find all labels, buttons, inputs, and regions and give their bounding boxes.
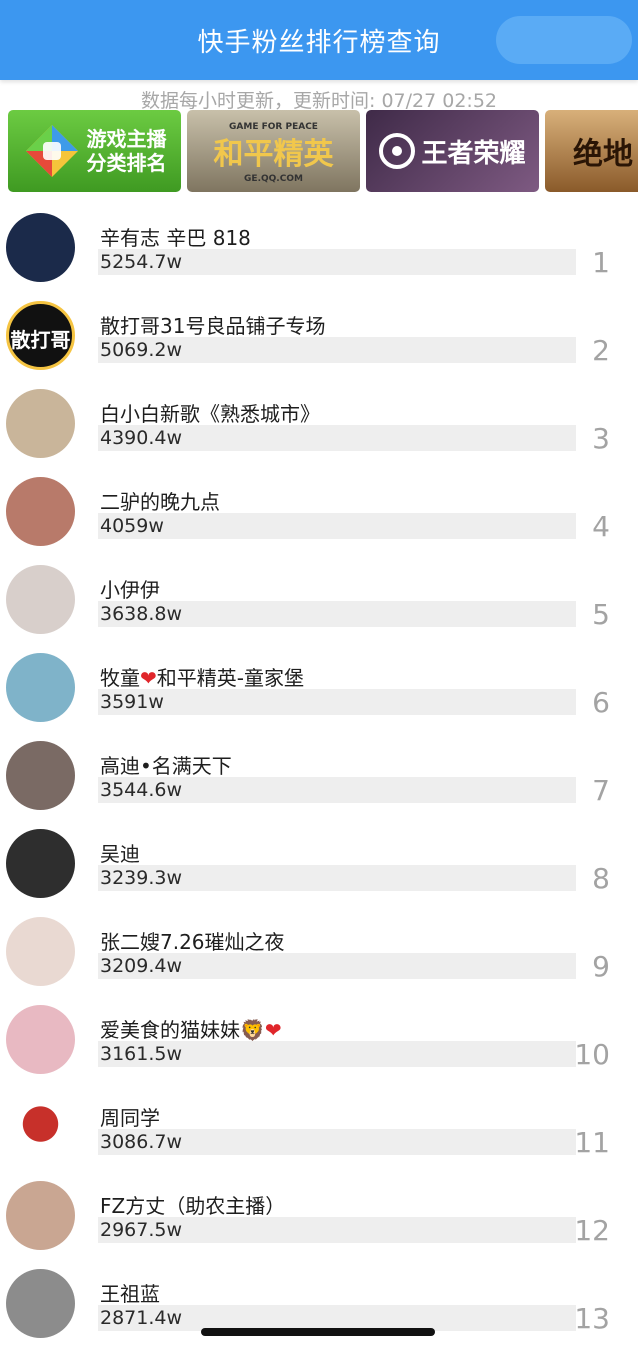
list-item[interactable]: 周同学 3086.7w 11	[0, 1080, 638, 1168]
list-item[interactable]: 二驴的晚九点 4059w 4	[0, 464, 638, 552]
rank-number: 13	[574, 1302, 610, 1335]
avatar	[6, 653, 75, 722]
rank-number: 1	[592, 246, 610, 279]
list-item[interactable]: 爱美食的猫妹妹🦁❤ 3161.5w 10	[0, 992, 638, 1080]
streamer-name: 吴迪	[100, 842, 140, 866]
rank-number: 6	[592, 686, 610, 719]
list-item[interactable]: 吴迪 3239.3w 8	[0, 816, 638, 904]
fan-count: 3544.6w	[100, 779, 183, 801]
fan-count: 5069.2w	[100, 339, 183, 361]
streamer-name: FZ方丈（助农主播）	[100, 1194, 286, 1218]
list-item[interactable]: 牧童❤和平精英-童家堡 3591w 6	[0, 640, 638, 728]
app-header: 快手粉丝排行榜查询	[0, 0, 638, 80]
fan-count: 3638.8w	[100, 603, 183, 625]
rank-number: 8	[592, 862, 610, 895]
rank-number: 4	[592, 510, 610, 543]
avatar: 散打哥	[6, 301, 75, 370]
streamer-name: 散打哥31号良品铺子专场	[100, 314, 326, 338]
lion-emoji-icon: 🦁	[240, 1018, 265, 1042]
streamer-name: 牧童❤和平精英-童家堡	[100, 662, 304, 691]
fan-count: 3161.5w	[100, 1043, 183, 1065]
fan-count: 3086.7w	[100, 1131, 183, 1153]
avatar	[6, 1181, 75, 1250]
rank-number: 7	[592, 774, 610, 807]
streamer-name: 周同学	[100, 1106, 160, 1130]
banner-pubg[interactable]: 绝地	[545, 110, 638, 192]
list-item[interactable]: 张二嫂7.26璀灿之夜 3209.4w 9	[0, 904, 638, 992]
streamer-name: 白小白新歌《熟悉城市》	[100, 402, 320, 426]
fan-count: 2967.5w	[100, 1219, 183, 1241]
avatar	[6, 1269, 75, 1338]
list-item[interactable]: 散打哥 散打哥31号良品铺子专场 5069.2w 2	[0, 288, 638, 376]
list-item[interactable]: 辛有志 辛巴 818 5254.7w 1	[0, 200, 638, 288]
banner-game-for-peace[interactable]: GAME FOR PEACE 和平精英 GE.QQ.COM	[187, 110, 360, 192]
category-banner-strip: 游戏主播 分类排名 GAME FOR PEACE 和平精英 GE.QQ.COM …	[8, 110, 638, 192]
rank-number: 10	[574, 1038, 610, 1071]
avatar	[6, 477, 75, 546]
home-indicator[interactable]	[201, 1328, 435, 1336]
streamer-name: 小伊伊	[100, 578, 160, 602]
streamer-name: 辛有志 辛巴 818	[100, 226, 251, 250]
avatar	[6, 213, 75, 282]
banner-label: 王者荣耀	[421, 138, 526, 169]
streamer-name-part: 和平精英-童家堡	[156, 666, 304, 690]
avatar	[6, 741, 75, 810]
honor-of-kings-emblem-icon	[379, 133, 416, 169]
banner-label: 绝地	[573, 137, 633, 172]
fan-count: 3209.4w	[100, 955, 183, 977]
list-item[interactable]: 小伊伊 3638.8w 5	[0, 552, 638, 640]
streamer-name: 张二嫂7.26璀灿之夜	[100, 930, 285, 954]
streamer-name: 高迪•名满天下	[100, 754, 232, 778]
avatar	[6, 389, 75, 458]
rank-number: 11	[574, 1126, 610, 1159]
banner-domain-text: GE.QQ.COM	[244, 174, 303, 184]
fan-count-bar	[98, 513, 576, 539]
streamer-name: 爱美食的猫妹妹🦁❤	[100, 1014, 282, 1043]
avatar	[6, 1093, 75, 1162]
heart-icon: ❤	[140, 666, 157, 690]
avatar	[6, 1005, 75, 1074]
rank-number: 5	[592, 598, 610, 631]
list-item[interactable]: 白小白新歌《熟悉城市》 4390.4w 3	[0, 376, 638, 464]
avatar	[6, 565, 75, 634]
avatar	[6, 917, 75, 986]
banner-label: 和平精英	[213, 137, 334, 172]
rank-number: 12	[574, 1214, 610, 1247]
rank-number: 3	[592, 422, 610, 455]
fan-count: 5254.7w	[100, 251, 183, 273]
banner-tagline: GAME FOR PEACE	[229, 122, 318, 132]
list-item[interactable]: 高迪•名满天下 3544.6w 7	[0, 728, 638, 816]
rank-number: 2	[592, 334, 610, 367]
banner-honor-of-kings[interactable]: 王者荣耀	[366, 110, 539, 192]
fan-count-bar	[98, 689, 576, 715]
banner-game-streamer-ranking[interactable]: 游戏主播 分类排名	[8, 110, 181, 192]
streamer-name-part: 爱美食的猫妹妹	[100, 1018, 240, 1042]
rank-number: 9	[592, 950, 610, 983]
fan-count: 2871.4w	[100, 1307, 183, 1329]
gamepad-icon	[25, 125, 78, 177]
avatar-text: 散打哥	[10, 328, 71, 352]
banner-label-line2: 分类排名	[86, 151, 167, 175]
heart-icon: ❤	[264, 1018, 282, 1042]
update-time-text: 数据每小时更新，更新时间: 07/27 02:52	[141, 90, 497, 112]
fan-count: 4059w	[100, 515, 164, 537]
fan-count: 3239.3w	[100, 867, 183, 889]
fan-count: 3591w	[100, 691, 164, 713]
banner-label-line1: 游戏主播	[86, 127, 167, 151]
avatar	[6, 829, 75, 898]
streamer-name: 王祖蓝	[100, 1282, 160, 1306]
header-action-button[interactable]	[496, 16, 632, 64]
streamer-name-part: 牧童	[100, 666, 140, 690]
fan-count: 4390.4w	[100, 427, 183, 449]
list-item[interactable]: FZ方丈（助农主播） 2967.5w 12	[0, 1168, 638, 1256]
streamer-name: 二驴的晚九点	[100, 490, 220, 514]
